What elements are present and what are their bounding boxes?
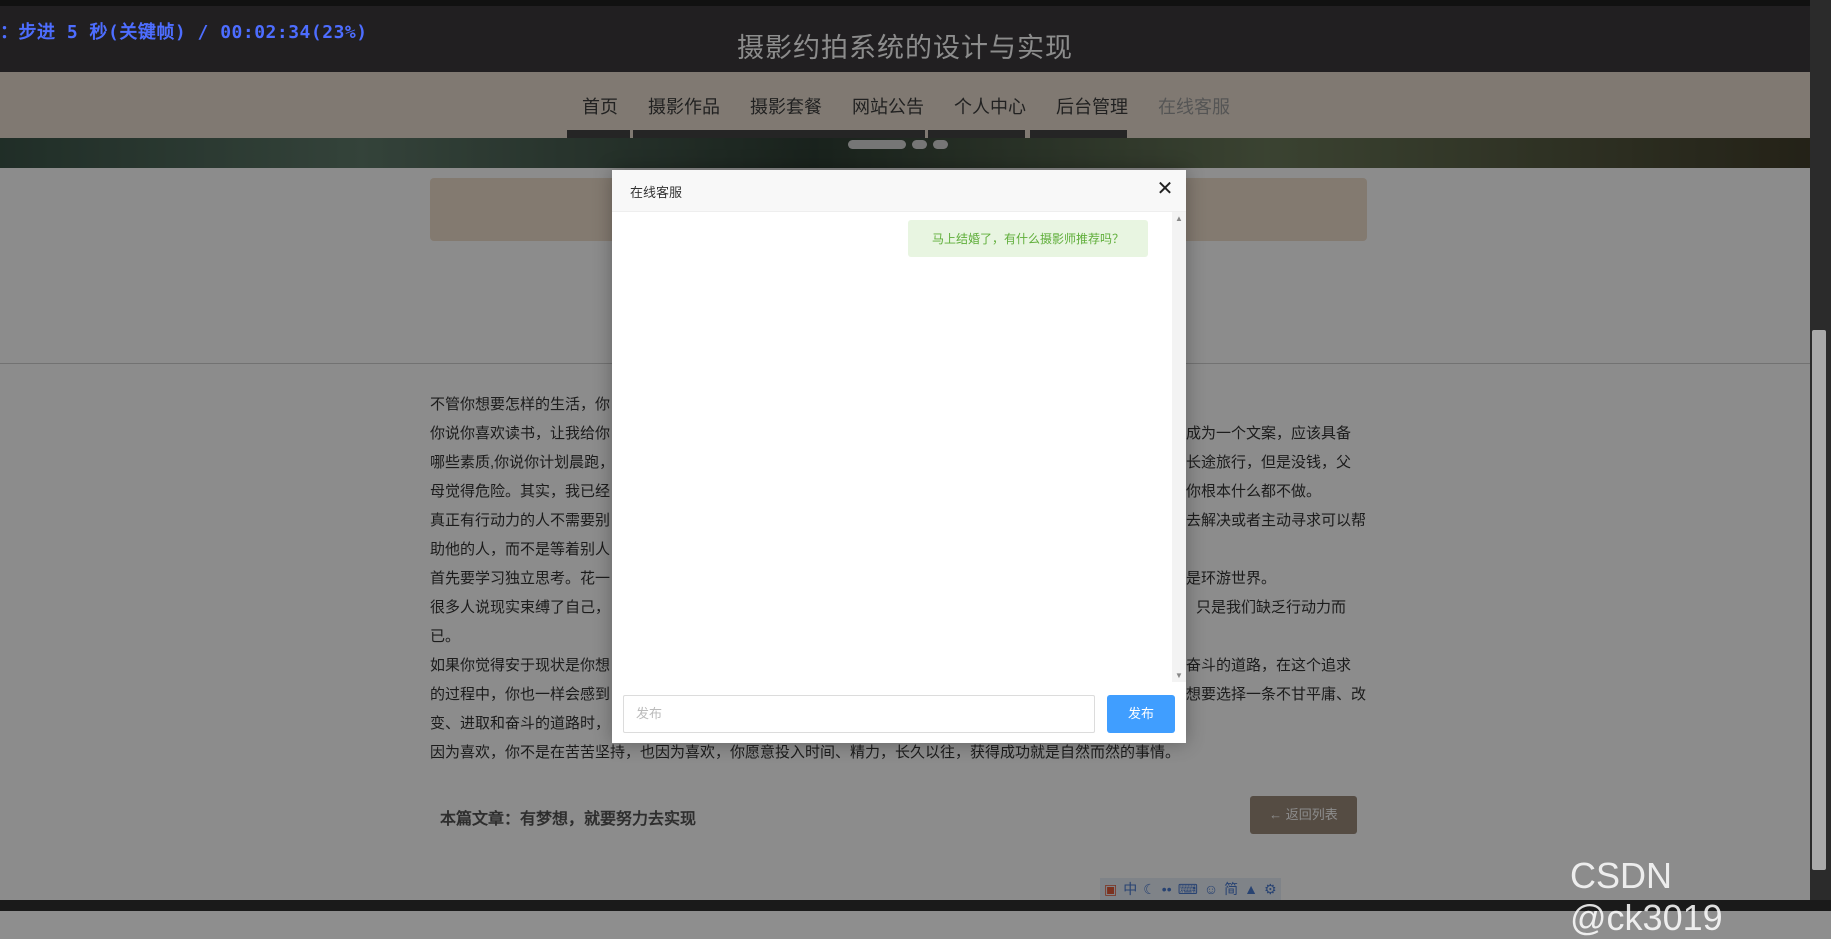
scroll-up-icon[interactable]: ▲	[1175, 214, 1183, 223]
chat-input[interactable]: 发布	[623, 695, 1095, 733]
watermark: CSDN @ck3019	[1570, 855, 1723, 938]
video-osd-text: ：步进 5 秒(关键帧) / 00:02:34(23%)	[0, 22, 368, 43]
chat-dialog-header: 在线客服 ✕	[612, 170, 1186, 212]
send-button[interactable]: 发布	[1107, 695, 1175, 733]
page-scroll-thumb[interactable]	[1812, 330, 1826, 870]
scroll-down-icon[interactable]: ▼	[1175, 671, 1183, 680]
chat-input-row: 发布 发布	[623, 695, 1175, 735]
chat-scrollbar[interactable]: ▲ ▼	[1172, 212, 1186, 682]
chat-dialog-title: 在线客服	[630, 185, 683, 200]
chat-messages: 马上结婚了，有什么摄影师推荐吗？	[612, 212, 1172, 682]
chat-dialog: 在线客服 ✕ 马上结婚了，有什么摄影师推荐吗？ ▲ ▼ 发布 发布	[612, 170, 1186, 743]
chat-message-mine: 马上结婚了，有什么摄影师推荐吗？	[907, 220, 1148, 257]
close-icon[interactable]: ✕	[1154, 178, 1176, 200]
taskbar-strip	[0, 900, 1831, 911]
